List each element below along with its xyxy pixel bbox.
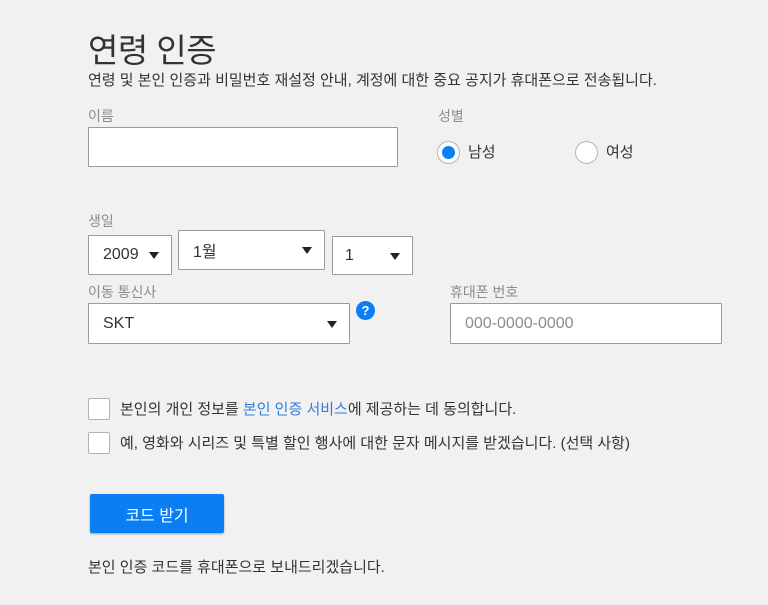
radio-unselected-dot [580, 146, 593, 159]
get-code-button[interactable]: 코드 받기 [90, 494, 224, 533]
consent-marketing-text: 예, 영화와 시리즈 및 특별 할인 행사에 대한 문자 메시지를 받겠습니다.… [120, 435, 630, 452]
name-field-label: 이름 [88, 108, 114, 125]
gender-radio-female-label[interactable]: 여성 [606, 141, 634, 164]
caret-down-icon [327, 321, 337, 328]
carrier-field-label: 이동 통신사 [88, 284, 156, 301]
caret-down-icon [149, 252, 159, 259]
page-title: 연령 인증 [88, 24, 216, 72]
birth-day-value: 1 [345, 247, 354, 265]
birth-month-select[interactable]: 1월 [178, 230, 325, 270]
gender-field-label: 성별 [438, 108, 464, 125]
consent-privacy-checkbox[interactable] [88, 398, 110, 420]
help-icon[interactable]: ? [356, 301, 375, 320]
page-subtitle: 연령 및 본인 인증과 비밀번호 재설정 안내, 계정에 대한 중요 공지가 휴… [88, 69, 657, 90]
name-input[interactable] [88, 127, 398, 167]
gender-radio-male-label[interactable]: 남성 [468, 141, 496, 164]
radio-selected-dot [442, 146, 455, 159]
consent-privacy-label: 본인의 개인 정보를 본인 인증 서비스에 제공하는 데 동의합니다. [120, 401, 680, 419]
footer-note: 본인 인증 코드를 휴대폰으로 보내드리겠습니다. [88, 556, 385, 577]
help-glyph: ? [362, 303, 370, 318]
phone-input[interactable] [450, 303, 722, 344]
consent-privacy-text-after: 에 제공하는 데 동의합니다. [348, 401, 516, 418]
carrier-value: SKT [103, 315, 134, 333]
birth-month-value: 1월 [193, 238, 217, 262]
caret-down-icon [390, 253, 400, 260]
caret-down-icon [302, 247, 312, 254]
birthday-field-label: 생일 [88, 213, 114, 230]
birth-year-select[interactable]: 2009 [88, 235, 172, 275]
birth-year-value: 2009 [103, 246, 139, 264]
consent-privacy-text-before: 본인의 개인 정보를 [120, 401, 243, 418]
gender-radio-male[interactable] [437, 141, 460, 164]
phone-field-label: 휴대폰 번호 [450, 284, 518, 301]
birth-day-select[interactable]: 1 [332, 236, 413, 275]
consent-marketing-checkbox[interactable] [88, 432, 110, 454]
identity-service-link[interactable]: 본인 인증 서비스 [243, 401, 348, 418]
carrier-select[interactable]: SKT [88, 303, 350, 344]
consent-marketing-label: 예, 영화와 시리즈 및 특별 할인 행사에 대한 문자 메시지를 받겠습니다.… [120, 435, 720, 453]
gender-radio-female[interactable] [575, 141, 598, 164]
